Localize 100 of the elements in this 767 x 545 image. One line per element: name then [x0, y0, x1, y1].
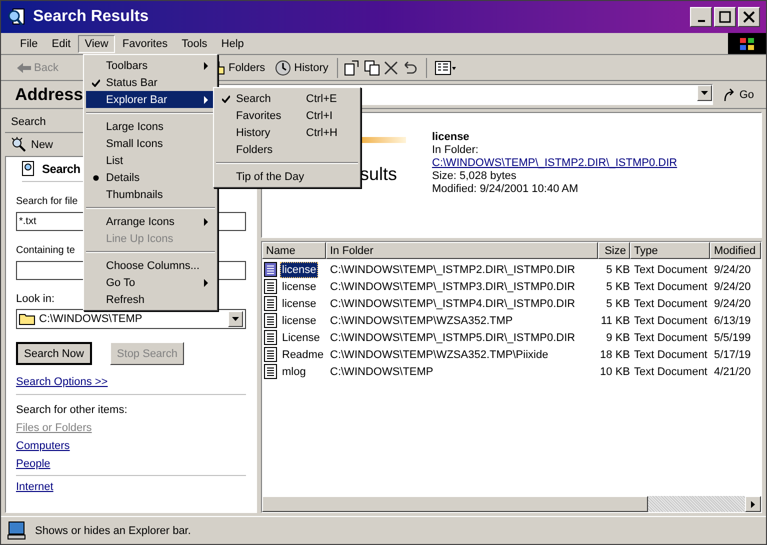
table-cell-text: C:\WINDOWS\TEMP\_ISTMP4.DIR\_ISTMP0.DIR: [329, 296, 576, 310]
column-header[interactable]: Modified: [710, 242, 761, 259]
menu-item[interactable]: File: [13, 34, 45, 52]
undo-icon[interactable]: [402, 60, 418, 74]
horizontal-scrollbar[interactable]: [262, 496, 761, 512]
submenu-arrow-icon: [204, 62, 209, 70]
menu-item[interactable]: Status Bar: [86, 74, 215, 91]
delete-icon[interactable]: [384, 60, 398, 74]
menu-item[interactable]: Refresh: [86, 291, 215, 308]
views-icon[interactable]: [435, 60, 458, 74]
menu-item[interactable]: Arrange Icons: [86, 213, 215, 230]
table-cell-text: 9/24/20: [713, 296, 751, 310]
magnifier-document-icon: [7, 7, 27, 27]
table-cell-text: 10 KB: [599, 364, 630, 378]
table-cell-text: 9/24/20: [713, 262, 751, 276]
table-cell-text: Text Document: [633, 330, 708, 344]
window-title: Search Results: [33, 7, 150, 27]
new-search-button[interactable]: New: [11, 136, 54, 152]
table-cell-text: C:\WINDOWS\TEMP\_ISTMP5.DIR\_ISTMP0.DIR: [329, 330, 576, 344]
menu-item[interactable]: Small Icons: [86, 135, 215, 152]
scroll-right-icon[interactable]: [751, 500, 755, 508]
menu-item[interactable]: Help: [214, 34, 251, 52]
document-icon: [264, 296, 277, 311]
move-to-icon[interactable]: [344, 60, 360, 76]
table-cell-text: Text Document: [633, 280, 708, 294]
file-size: Size: 5,028 bytes: [432, 170, 518, 183]
search-link[interactable]: People: [16, 457, 50, 471]
table-cell-text: 6/13/19: [713, 314, 751, 328]
magnifier-sparkle-icon: [11, 136, 27, 152]
menu-item[interactable]: Favorites Ctrl+I: [216, 107, 358, 124]
submenu-arrow-icon: [204, 96, 209, 104]
folder-icon: [19, 313, 35, 325]
table-cell-text: C:\WINDOWS\TEMP\WZSA352.TMP: [329, 314, 514, 328]
history-button[interactable]: History: [272, 60, 332, 76]
column-header[interactable]: In Folder: [326, 242, 598, 259]
close-icon: [743, 11, 755, 23]
copy-to-icon[interactable]: [364, 60, 380, 76]
clock-icon: [275, 60, 292, 76]
search-link[interactable]: Computers: [16, 439, 70, 453]
go-button[interactable]: Go: [717, 88, 760, 102]
field-label: Search for file: [16, 195, 78, 209]
close-button[interactable]: [738, 7, 760, 27]
document-icon: [264, 262, 277, 277]
menu-item[interactable]: Tip of the Day: [216, 168, 358, 185]
file-name-cell[interactable]: license: [280, 312, 318, 328]
menu-item[interactable]: View: [78, 34, 116, 52]
table-cell-text: C:\WINDOWS\TEMP\_ISTMP2.DIR\_ISTMP0.DIR: [329, 262, 576, 276]
search-options-link[interactable]: Search Options >>: [16, 375, 108, 389]
document-icon: [264, 313, 277, 328]
menu-item[interactable]: Explorer Bar: [86, 91, 215, 108]
search-now-button[interactable]: Search Now: [16, 342, 92, 365]
minimize-button[interactable]: [690, 7, 712, 27]
file-name-cell[interactable]: license: [280, 262, 318, 278]
folder-link[interactable]: C:\WINDOWS\TEMP\_ISTMP2.DIR\_ISTMP0.DIR: [432, 157, 678, 170]
internet-link[interactable]: Internet: [16, 480, 54, 494]
document-icon: [264, 364, 277, 379]
file-name-cell[interactable]: license: [280, 296, 318, 312]
column-header[interactable]: Name: [262, 242, 326, 259]
file-name-cell[interactable]: License: [280, 330, 322, 346]
menu-item[interactable]: Choose Columns...: [86, 257, 215, 274]
table-cell-text: Text Document: [633, 314, 708, 328]
computer-icon: [7, 520, 27, 540]
table-cell-text: 9 KB: [605, 330, 630, 344]
file-name-cell[interactable]: license: [280, 278, 318, 294]
folder-label: In Folder:: [432, 144, 480, 157]
minimize-icon: [698, 20, 704, 22]
table-cell-text: 5 KB: [605, 262, 630, 276]
file-name-cell[interactable]: Readme: [280, 346, 326, 362]
file-name-cell[interactable]: mlog: [280, 364, 308, 380]
banner-title: sults: [360, 163, 398, 185]
menu-item[interactable]: Large Icons: [86, 118, 215, 135]
menu-item[interactable]: List: [86, 152, 215, 169]
menu-item[interactable]: History Ctrl+H: [216, 124, 358, 141]
submenu-arrow-icon: [204, 278, 209, 286]
menu-item[interactable]: Details: [86, 169, 215, 186]
menu-item[interactable]: Toolbars: [86, 57, 215, 74]
table-cell-text: 18 KB: [599, 348, 630, 362]
column-header[interactable]: Type: [630, 242, 710, 259]
menu-item[interactable]: Tools: [174, 34, 214, 52]
table-cell-text: 5 KB: [605, 296, 630, 310]
table-cell-text: Text Document: [633, 364, 708, 378]
maximize-button[interactable]: [714, 7, 736, 27]
column-header[interactable]: Size: [598, 242, 630, 259]
section-label: Search for other items:: [16, 403, 128, 417]
menu-item[interactable]: Folders: [216, 141, 358, 158]
table-cell-text: C:\WINDOWS\TEMP: [329, 364, 434, 378]
table-cell-text: Text Document: [633, 296, 708, 310]
table-cell-text: 5/17/19: [713, 348, 751, 362]
table-cell-text: C:\WINDOWS\TEMP\WZSA352.TMP\Piixide: [329, 348, 550, 362]
menu-item[interactable]: Search Ctrl+E: [216, 90, 358, 107]
menu-item[interactable]: Go To: [86, 274, 215, 291]
menu-item[interactable]: Favorites: [115, 34, 175, 52]
menu-item[interactable]: Thumbnails: [86, 186, 215, 203]
maximize-icon: [719, 11, 731, 23]
submenu-arrow-icon: [204, 218, 209, 226]
table-cell-text: C:\WINDOWS\TEMP\_ISTMP3.DIR\_ISTMP0.DIR: [329, 280, 576, 294]
look-in-dropdown[interactable]: C:\WINDOWS\TEMP: [16, 309, 246, 329]
menu-item[interactable]: Edit: [44, 34, 78, 52]
pane-title: Search: [11, 115, 46, 129]
file-name: license: [432, 131, 470, 144]
